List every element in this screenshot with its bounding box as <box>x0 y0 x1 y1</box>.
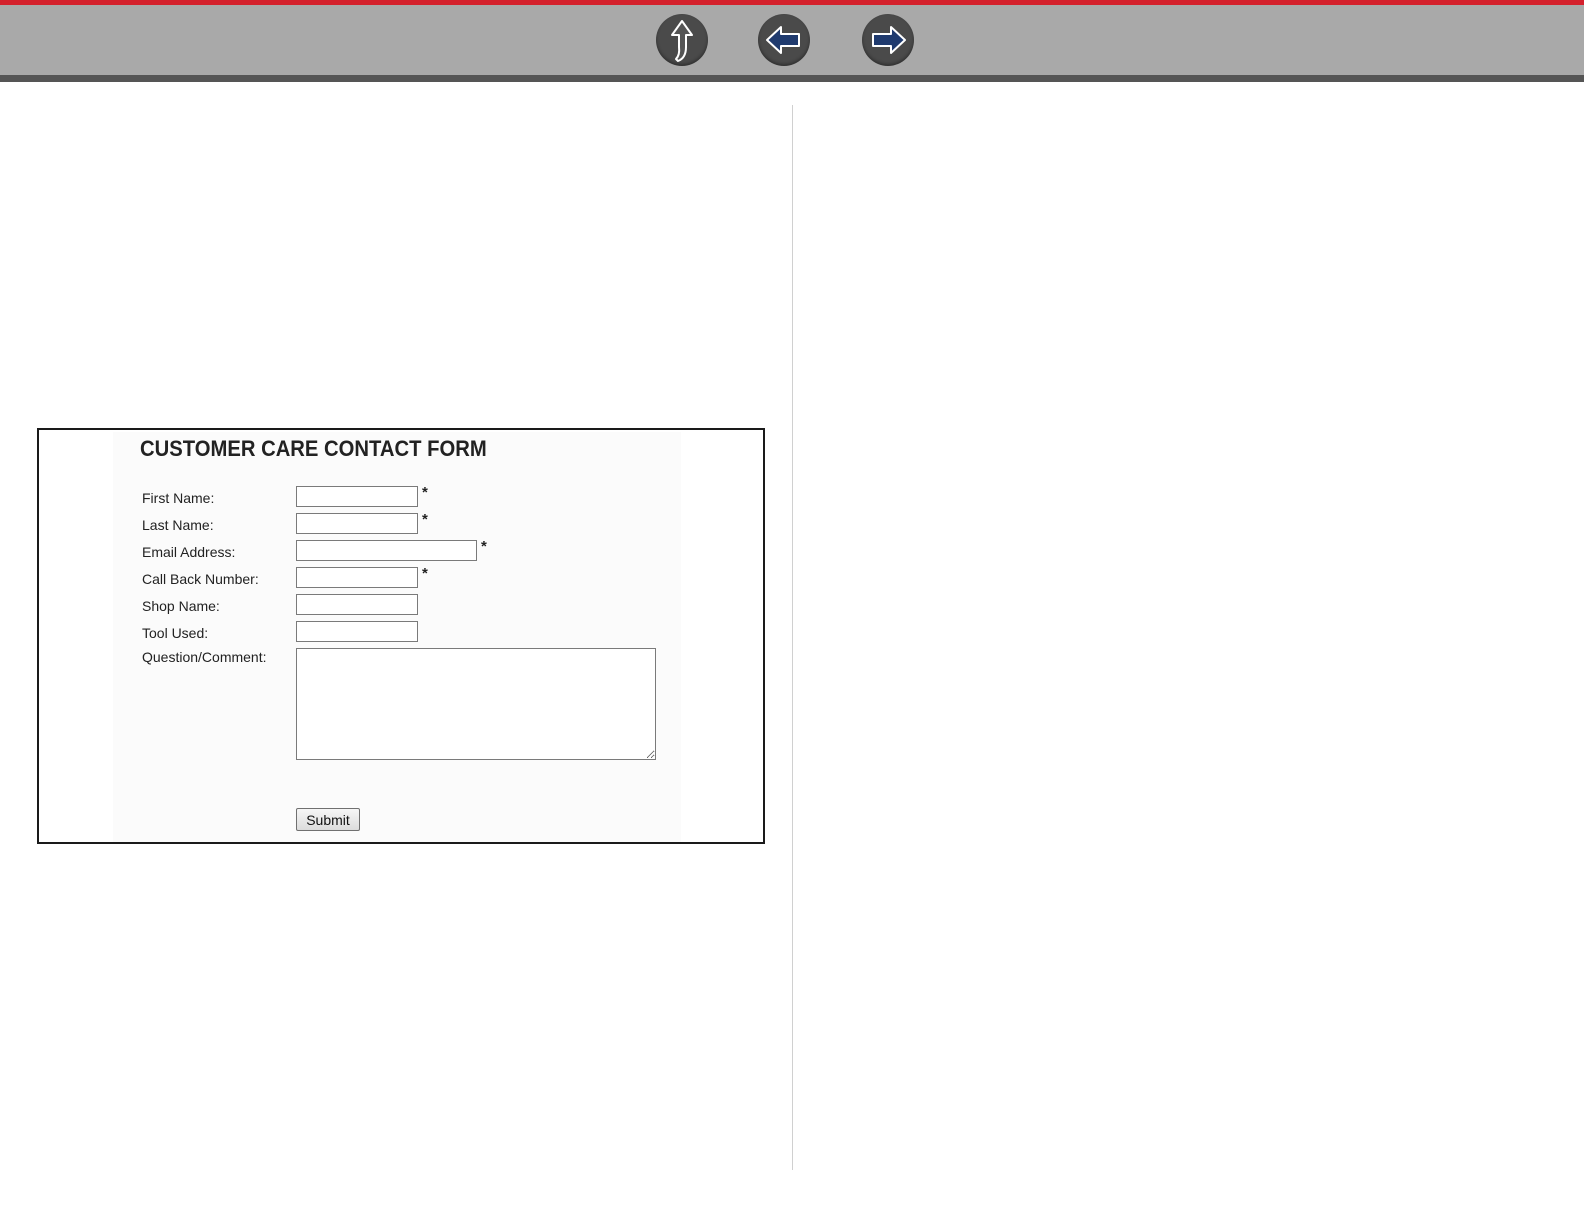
first-name-required-mark: * <box>422 484 428 501</box>
forward-arrow-icon <box>872 26 906 54</box>
tool-used-input[interactable] <box>296 621 418 642</box>
call-back-number-required-mark: * <box>422 565 428 582</box>
email-label: Email Address: <box>142 544 236 560</box>
first-name-input[interactable] <box>296 486 418 507</box>
top-accent-stripe <box>0 0 1584 5</box>
shop-name-label: Shop Name: <box>142 598 220 614</box>
call-back-number-input[interactable] <box>296 567 418 588</box>
forward-button[interactable] <box>862 14 914 66</box>
bottom-shadow-stripe <box>0 75 1584 82</box>
form-title: CUSTOMER CARE CONTACT FORM <box>140 436 487 461</box>
last-name-input[interactable] <box>296 513 418 534</box>
last-name-required-mark: * <box>422 511 428 528</box>
last-name-label: Last Name: <box>142 517 214 533</box>
column-divider <box>792 105 793 1170</box>
shop-name-input[interactable] <box>296 594 418 615</box>
email-required-mark: * <box>481 538 487 555</box>
up-arrow-icon <box>671 20 693 62</box>
tool-used-label: Tool Used: <box>142 625 209 641</box>
top-nav-bar <box>0 0 1584 82</box>
back-arrow-icon <box>766 26 800 54</box>
up-button[interactable] <box>656 14 708 66</box>
question-comment-label: Question/Comment: <box>142 649 267 665</box>
contact-form-frame: CUSTOMER CARE CONTACT FORM First Name: *… <box>37 428 765 844</box>
question-comment-textarea[interactable] <box>296 648 656 760</box>
first-name-label: First Name: <box>142 490 215 506</box>
call-back-number-label: Call Back Number: <box>142 571 259 587</box>
submit-button[interactable]: Submit <box>296 808 360 831</box>
back-button[interactable] <box>758 14 810 66</box>
email-input[interactable] <box>296 540 477 561</box>
